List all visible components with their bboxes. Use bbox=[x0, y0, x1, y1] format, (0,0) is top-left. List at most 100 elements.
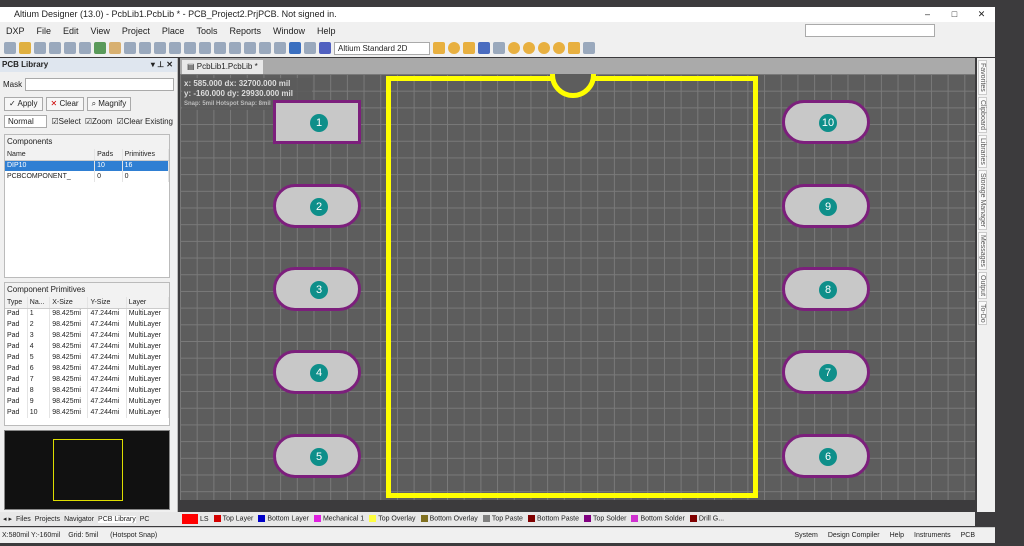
pcb-canvas[interactable]: x: 585.000 dx: 32700.000 mil y: -160.000… bbox=[180, 74, 975, 500]
side-tab[interactable]: Clipboard bbox=[978, 96, 987, 133]
select-checkbox[interactable]: ☑Select bbox=[51, 117, 80, 126]
arc-any-icon[interactable] bbox=[538, 42, 550, 54]
side-tab[interactable]: Messages bbox=[978, 231, 987, 270]
col-x-size[interactable]: X-Size bbox=[49, 297, 89, 309]
view-mode-select[interactable]: Altium Standard 2D bbox=[334, 41, 430, 55]
menu-reports[interactable]: Reports bbox=[223, 26, 267, 36]
menu-tools[interactable]: Tools bbox=[190, 26, 223, 36]
menu-dxp[interactable]: DXP bbox=[0, 26, 31, 36]
primitive-row[interactable]: Pad 7 98.425mi 47.244mi MultiLayer bbox=[5, 374, 170, 385]
pad[interactable]: 4 bbox=[273, 350, 361, 394]
primitive-row[interactable]: Pad 6 98.425mi 47.244mi MultiLayer bbox=[5, 363, 170, 374]
coordinate-icon[interactable] bbox=[493, 42, 505, 54]
paste-icon[interactable] bbox=[214, 42, 226, 54]
menu-project[interactable]: Project bbox=[116, 26, 156, 36]
pad[interactable]: 8 bbox=[782, 267, 870, 311]
preview-icon[interactable] bbox=[64, 42, 76, 54]
select-icon[interactable] bbox=[244, 42, 256, 54]
side-tab[interactable]: Favorites bbox=[978, 60, 987, 95]
zoom-out-icon[interactable] bbox=[139, 42, 151, 54]
layer-tab[interactable]: Drill G... bbox=[689, 515, 724, 523]
rubber-stamp-icon[interactable] bbox=[229, 42, 241, 54]
mask-input[interactable] bbox=[25, 78, 174, 91]
tab-pcb-library[interactable]: PCB Library bbox=[98, 515, 136, 523]
col-name[interactable]: Na... bbox=[27, 297, 51, 309]
undo-icon[interactable] bbox=[289, 42, 301, 54]
layer-tab[interactable]: Bottom Layer bbox=[258, 515, 309, 523]
board-icon[interactable] bbox=[94, 42, 106, 54]
layer-tab[interactable]: LS bbox=[182, 514, 209, 524]
primitive-row[interactable]: Pad 1 98.425mi 47.244mi MultiLayer bbox=[5, 308, 170, 319]
tab-scroll-icon[interactable]: ◂ ▸ bbox=[3, 515, 12, 523]
document-tab[interactable]: ▤ PcbLib1.PcbLib * bbox=[182, 60, 263, 74]
primitive-row[interactable]: Pad 10 98.425mi 47.244mi MultiLayer bbox=[5, 407, 170, 418]
deselect-icon[interactable] bbox=[274, 42, 286, 54]
side-tab[interactable]: Storage Manager bbox=[978, 169, 987, 230]
tab-navigator[interactable]: Navigator bbox=[64, 516, 94, 523]
arc-edge-icon[interactable] bbox=[523, 42, 535, 54]
col-name[interactable]: Name bbox=[5, 149, 96, 161]
string-icon[interactable] bbox=[478, 42, 490, 54]
primitive-row[interactable]: Pad 5 98.425mi 47.244mi MultiLayer bbox=[5, 352, 170, 363]
fill-icon[interactable] bbox=[568, 42, 580, 54]
pad[interactable]: 10 bbox=[782, 100, 870, 144]
tab-files[interactable]: Files bbox=[16, 516, 31, 523]
col-primitives[interactable]: Primitives bbox=[122, 149, 170, 161]
move-icon[interactable] bbox=[259, 42, 271, 54]
clear-button[interactable]: ✕ Clear bbox=[45, 97, 84, 111]
panel-controls-icon[interactable]: ▾ ⊥ ✕ bbox=[151, 58, 173, 72]
pad[interactable]: 5 bbox=[273, 434, 361, 478]
layers-icon[interactable] bbox=[79, 42, 91, 54]
mini-viewer[interactable] bbox=[4, 430, 170, 510]
primitive-row[interactable]: Pad 4 98.425mi 47.244mi MultiLayer bbox=[5, 341, 170, 352]
side-tab[interactable]: Output bbox=[978, 271, 987, 299]
instruments-button[interactable]: Instruments bbox=[914, 528, 951, 544]
tab-projects[interactable]: Projects bbox=[35, 516, 60, 523]
save-icon[interactable] bbox=[34, 42, 46, 54]
copy-icon[interactable] bbox=[199, 42, 211, 54]
maximize-button[interactable]: □ bbox=[941, 7, 968, 22]
primitive-row[interactable]: Pad 9 98.425mi 47.244mi MultiLayer bbox=[5, 396, 170, 407]
menu-window[interactable]: Window bbox=[267, 26, 311, 36]
layer-tab[interactable]: Bottom Overlay bbox=[420, 515, 478, 523]
apply-button[interactable]: ✓ Apply bbox=[4, 97, 43, 111]
new-icon[interactable] bbox=[4, 42, 16, 54]
component-row[interactable]: PCBCOMPONENT_ 0 0 bbox=[5, 171, 170, 182]
primitive-row[interactable]: Pad 2 98.425mi 47.244mi MultiLayer bbox=[5, 319, 170, 330]
layer-tab[interactable]: Top Paste bbox=[482, 515, 523, 523]
array-paste-icon[interactable] bbox=[583, 42, 595, 54]
line-icon[interactable] bbox=[433, 42, 445, 54]
design-compiler-button[interactable]: Design Compiler bbox=[828, 528, 880, 544]
layer-tab[interactable]: Top Overlay bbox=[369, 515, 416, 523]
menu-place[interactable]: Place bbox=[156, 26, 191, 36]
pad[interactable]: 9 bbox=[782, 184, 870, 228]
menu-file[interactable]: File bbox=[31, 26, 58, 36]
zoom-in-icon[interactable] bbox=[124, 42, 136, 54]
col-pads[interactable]: Pads bbox=[94, 149, 123, 161]
col-layer[interactable]: Layer bbox=[126, 297, 170, 309]
grid-icon[interactable] bbox=[319, 42, 331, 54]
primitive-row[interactable]: Pad 3 98.425mi 47.244mi MultiLayer bbox=[5, 330, 170, 341]
mode-select[interactable]: Normal bbox=[4, 115, 48, 128]
help-button[interactable]: Help bbox=[890, 528, 904, 544]
minimize-button[interactable]: – bbox=[914, 7, 941, 22]
layer-tab[interactable]: Bottom Solder bbox=[631, 515, 685, 523]
pad[interactable]: 7 bbox=[782, 350, 870, 394]
tab-pcb[interactable]: PC bbox=[140, 516, 150, 523]
clear-existing-checkbox[interactable]: ☑Clear Existing bbox=[116, 117, 173, 126]
pad[interactable]: 3 bbox=[273, 267, 361, 311]
side-tab[interactable]: Libraries bbox=[978, 134, 987, 168]
search-combo[interactable] bbox=[805, 24, 935, 37]
arc-center-icon[interactable] bbox=[508, 42, 520, 54]
col-type[interactable]: Type bbox=[5, 297, 28, 309]
magnify-button[interactable]: ⌕ Magnify bbox=[86, 97, 132, 111]
menu-help[interactable]: Help bbox=[311, 26, 342, 36]
layer-tab[interactable]: Top Layer bbox=[213, 515, 253, 523]
via-icon[interactable] bbox=[463, 42, 475, 54]
pad[interactable]: 6 bbox=[782, 434, 870, 478]
pad-icon[interactable] bbox=[448, 42, 460, 54]
system-button[interactable]: System bbox=[795, 528, 818, 544]
circle-icon[interactable] bbox=[553, 42, 565, 54]
side-tab[interactable]: To-Do bbox=[978, 300, 987, 326]
layer-tab[interactable]: Mechanical 1 bbox=[313, 515, 364, 523]
